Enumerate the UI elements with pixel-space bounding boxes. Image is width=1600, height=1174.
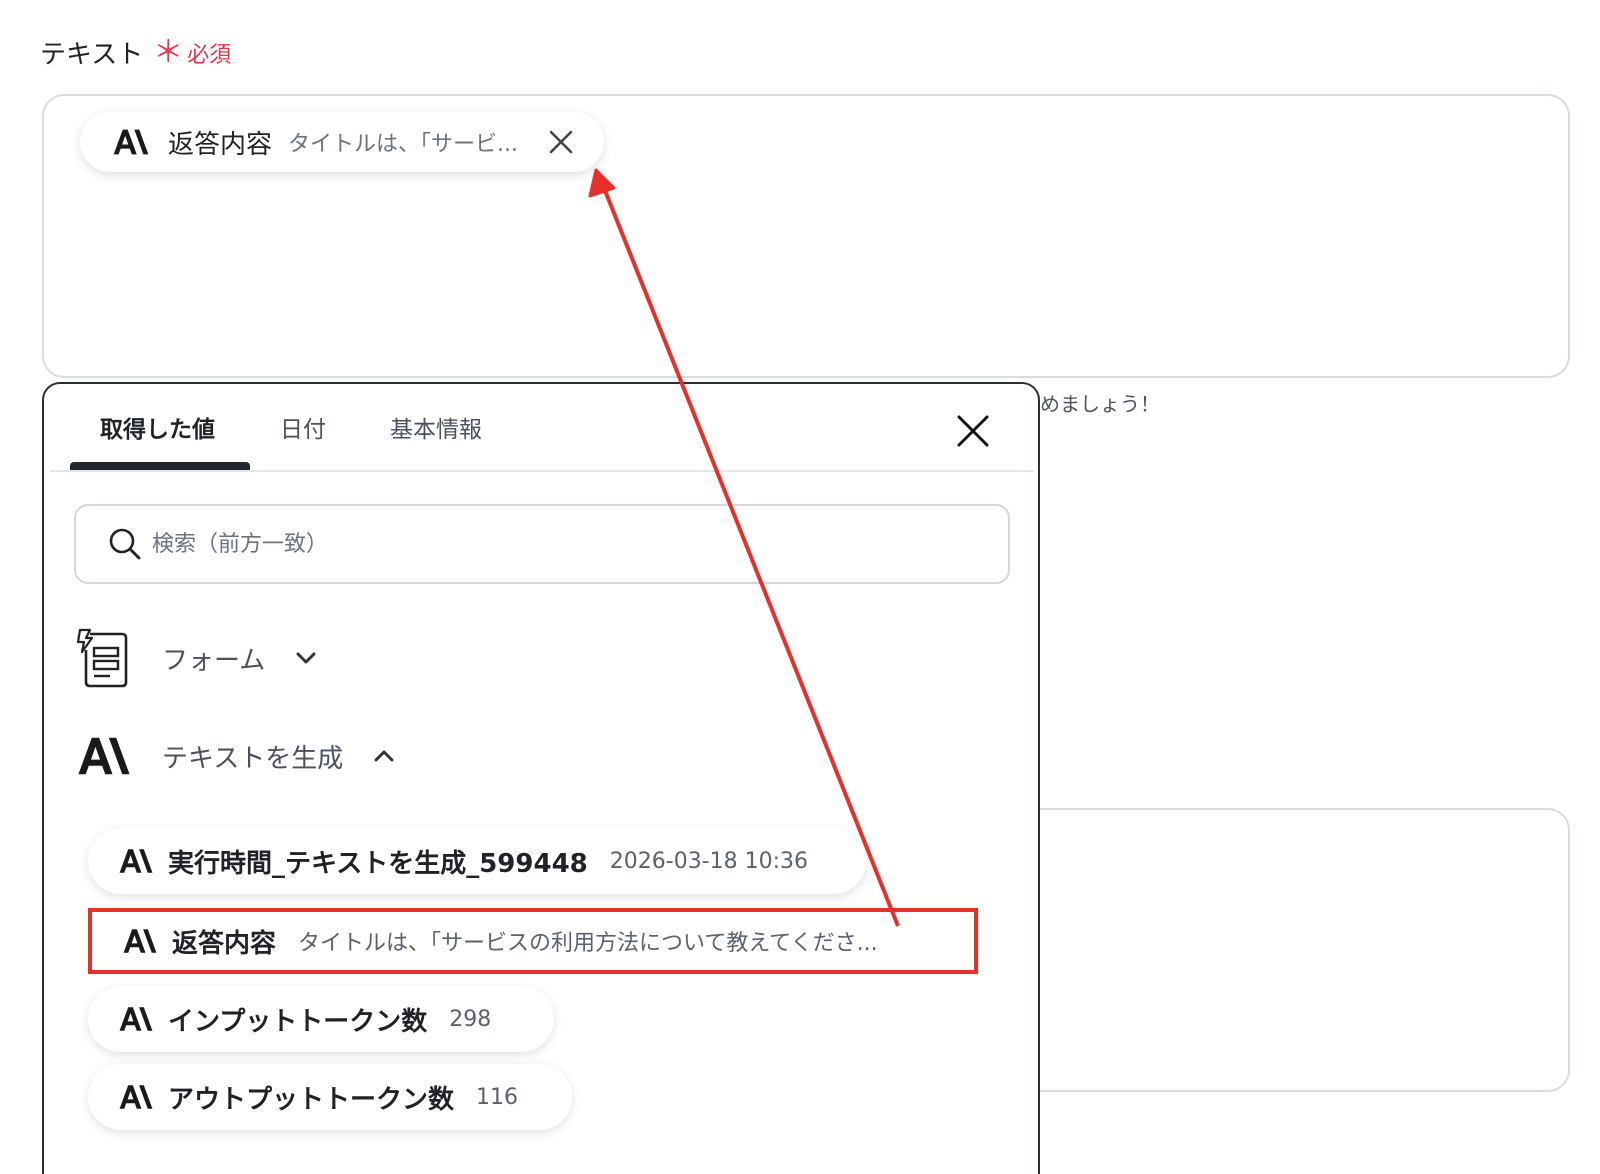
active-tab-indicator [70, 462, 250, 470]
item-value: 116 [476, 1084, 519, 1110]
anthropic-ai-icon [76, 736, 132, 776]
list-item-execution-time[interactable]: 実行時間_テキストを生成_599448 2026-03-18 10:36 [88, 828, 866, 894]
search-field[interactable] [74, 504, 1010, 584]
group-form[interactable]: フォーム [76, 628, 319, 688]
item-value: 2026-03-18 10:36 [609, 848, 809, 874]
item-value: 298 [449, 1006, 492, 1032]
variable-picker-panel: 取得した値 日付 基本情報 フォーム テキストを生成 [42, 382, 1040, 1174]
secondary-text-area[interactable] [1000, 808, 1570, 1092]
list-item-response-content[interactable]: 返答内容 タイトルは、「サービスの利用方法について教えてくださ... [88, 908, 978, 974]
list-item-output-tokens[interactable]: アウトプットトークン数 116 [88, 1064, 572, 1130]
item-label: アウトプットトークン数 [168, 1084, 455, 1115]
anthropic-ai-icon [122, 927, 158, 955]
anthropic-ai-icon [118, 847, 154, 875]
chip-remove-icon[interactable] [546, 127, 576, 157]
search-icon [109, 528, 141, 560]
item-label: インプットトークン数 [168, 1006, 428, 1037]
required-asterisk: ＊ [153, 34, 184, 70]
group-form-title: フォーム [162, 645, 266, 676]
tab-obtained-values[interactable]: 取得した値 [100, 410, 215, 444]
required-badge: ＊ 必須 [153, 37, 231, 69]
anthropic-ai-icon [112, 128, 150, 156]
group-generate-text[interactable]: テキストを生成 [76, 736, 397, 776]
close-icon[interactable] [956, 414, 990, 448]
chevron-down-icon [296, 652, 316, 664]
chip-value: タイトルは、「サービ... [288, 132, 518, 157]
tab-date[interactable]: 日付 [280, 410, 326, 444]
item-label: 返答内容 [172, 928, 277, 959]
form-icon [76, 628, 128, 688]
field-label-text: テキスト [40, 40, 144, 70]
required-text: 必須 [187, 42, 232, 68]
search-input[interactable] [152, 531, 932, 557]
anthropic-ai-icon [118, 1005, 154, 1033]
field-label: テキスト ＊ 必須 [40, 34, 231, 71]
picker-tabs: 取得した値 日付 基本情報 [50, 384, 1034, 472]
chip-label: 返答内容 [168, 129, 273, 160]
item-label: 実行時間_テキストを生成_599448 [168, 848, 588, 879]
inserted-variable-chip[interactable]: 返答内容 タイトルは、「サービ... [80, 112, 604, 172]
item-value: タイトルは、「サービスの利用方法について教えてくださ... [298, 931, 878, 956]
tab-basic-info[interactable]: 基本情報 [390, 410, 482, 444]
field-hint-text: めましょう！ [1040, 392, 1160, 416]
group-generate-text-title: テキストを生成 [162, 743, 344, 774]
chevron-up-icon [374, 750, 394, 762]
anthropic-ai-icon [118, 1083, 154, 1111]
list-item-input-tokens[interactable]: インプットトークン数 298 [88, 986, 554, 1052]
